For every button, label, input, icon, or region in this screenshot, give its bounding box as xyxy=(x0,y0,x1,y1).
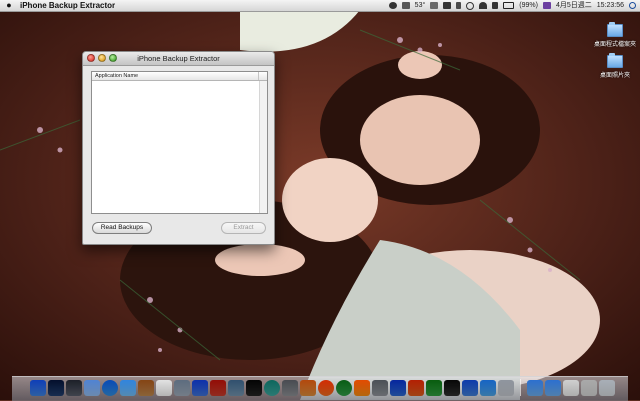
ichat-icon[interactable] xyxy=(120,380,136,396)
weather-temperature[interactable]: 53° xyxy=(415,0,426,11)
powerpoint-icon[interactable] xyxy=(408,380,424,396)
itunes-icon[interactable] xyxy=(192,380,208,396)
window-titlebar[interactable]: iPhone Backup Extractor xyxy=(83,52,274,66)
folder-icon xyxy=(607,22,623,37)
desktop-folder-photos[interactable]: 桌面照片夾 xyxy=(590,53,640,79)
list-scrollbar[interactable] xyxy=(259,81,267,213)
time-machine-icon[interactable] xyxy=(264,380,280,396)
upload-icon[interactable] xyxy=(430,2,439,9)
input-source-icon[interactable] xyxy=(542,2,551,9)
battery-percentage[interactable]: (99%) xyxy=(519,0,538,11)
menu-bar: ● iPhone Backup Extractor 53° (99%) 4月5日… xyxy=(0,0,640,12)
trash-can-icon[interactable] xyxy=(372,380,388,396)
dock-separator xyxy=(520,379,521,396)
spotlight-search-icon[interactable] xyxy=(629,2,636,9)
preview-icon[interactable] xyxy=(174,380,190,396)
trash-icon[interactable] xyxy=(599,380,615,396)
backup-extractor-window: iPhone Backup Extractor Application Name… xyxy=(82,51,275,245)
window-controls xyxy=(87,54,117,62)
dock xyxy=(12,376,628,401)
bluetooth-icon[interactable] xyxy=(456,2,462,9)
desktop-folder-programs[interactable]: 桌面程式檔案夾 xyxy=(590,22,640,48)
zoom-window-button[interactable] xyxy=(109,54,117,62)
safari-icon[interactable] xyxy=(102,380,118,396)
finder-icon[interactable] xyxy=(30,380,46,396)
excel-icon[interactable] xyxy=(426,380,442,396)
phone-icon[interactable] xyxy=(498,380,514,396)
read-backups-button[interactable]: Read Backups xyxy=(92,222,152,234)
battery-icon[interactable] xyxy=(503,2,515,9)
applications-folder-icon[interactable] xyxy=(527,380,543,396)
word-icon[interactable] xyxy=(390,380,406,396)
ical-icon[interactable] xyxy=(156,380,172,396)
downloads-stack-icon[interactable] xyxy=(563,380,579,396)
vlc-icon[interactable] xyxy=(354,380,370,396)
app-menu[interactable]: iPhone Backup Extractor xyxy=(20,0,115,11)
photo-booth-icon[interactable] xyxy=(210,380,226,396)
close-window-button[interactable] xyxy=(87,54,95,62)
apple-menu-icon[interactable]: ● xyxy=(4,0,14,11)
dock-items xyxy=(30,379,615,396)
desktop-folder-label: 桌面程式檔案夾 xyxy=(593,42,636,48)
flag-icon[interactable] xyxy=(401,2,410,9)
application-list[interactable]: Application Name xyxy=(91,71,268,214)
chrome-icon[interactable] xyxy=(336,380,352,396)
system-preferences-icon[interactable] xyxy=(282,380,298,396)
mail-icon[interactable] xyxy=(84,380,100,396)
firefox-icon[interactable] xyxy=(318,380,334,396)
window-title: iPhone Backup Extractor xyxy=(137,54,220,63)
column-separator xyxy=(258,72,259,80)
paw-icon[interactable] xyxy=(388,2,397,9)
documents-folder-icon[interactable] xyxy=(545,380,561,396)
menu-clock[interactable]: 15:23:56 xyxy=(597,0,624,11)
apps-icon[interactable] xyxy=(480,380,496,396)
volume-icon[interactable] xyxy=(492,2,499,9)
application-name-column-header[interactable]: Application Name xyxy=(92,72,267,81)
iphoto-icon[interactable] xyxy=(228,380,244,396)
menu-date[interactable]: 4月5日週二 xyxy=(556,0,592,11)
user-icon[interactable] xyxy=(462,380,478,396)
dashboard-icon[interactable] xyxy=(48,380,64,396)
column-header-label: Application Name xyxy=(95,73,139,79)
iterm-icon[interactable] xyxy=(246,380,262,396)
screenshots-stack-icon[interactable] xyxy=(581,380,597,396)
monitor-icon[interactable] xyxy=(443,2,452,9)
address-book-icon[interactable] xyxy=(138,380,154,396)
image-capture-icon[interactable] xyxy=(300,380,316,396)
menu-extras: 53° (99%) 4月5日週二 15:23:56 xyxy=(388,0,636,11)
wifi-icon[interactable] xyxy=(479,2,488,9)
terminal-icon[interactable] xyxy=(444,380,460,396)
mission-control-icon[interactable] xyxy=(66,380,82,396)
minimize-window-button[interactable] xyxy=(98,54,106,62)
folder-icon xyxy=(607,53,623,68)
time-machine-menu-icon[interactable] xyxy=(466,1,475,10)
desktop-folder-label: 桌面照片夾 xyxy=(599,73,630,79)
extract-button[interactable]: Extract xyxy=(221,222,266,234)
